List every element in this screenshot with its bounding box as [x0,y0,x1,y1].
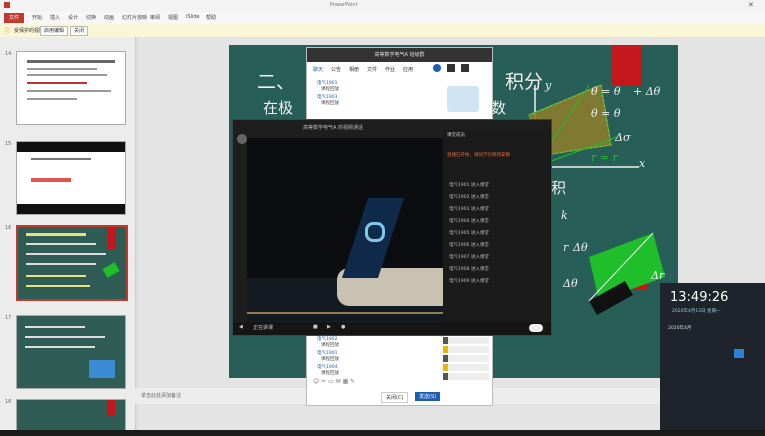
tab-design[interactable]: 设计 [68,14,78,21]
label-k: k [561,209,568,222]
thumbnail-slide[interactable] [16,315,126,389]
slide-thumbnails: 14 15 16 17 18 [0,37,136,431]
chat-text: 课程回放 [321,357,339,362]
tab-view[interactable]: 视图 [168,14,178,21]
phone-icon[interactable] [433,64,441,72]
label-delta-r: Δr [651,269,665,282]
today-cell[interactable] [734,349,744,358]
window-title: PowerPoint [330,2,358,8]
tab-islide[interactable]: iSlide [186,14,200,20]
info-icon: ⓘ [4,28,11,35]
tab-slideshow[interactable]: 幻灯片放映 [122,14,147,21]
chat-tab[interactable]: 聊天 [313,66,323,73]
member-entry: 电气1908 进入课堂 [449,267,489,272]
close-icon[interactable]: ✕ [748,1,754,9]
video-icon[interactable] [447,64,455,72]
tab-animations[interactable]: 动画 [104,14,114,21]
share-icon[interactable]: ▶ [327,324,331,330]
record-icon[interactable]: ● [341,324,345,330]
thumbnail-slide[interactable] [16,399,126,431]
mic-icon[interactable]: ◀ [239,324,243,330]
member-entry: 电气1904 进入课堂 [449,219,489,224]
chat-tab[interactable]: 公告 [331,66,341,73]
classroom-sidebar: 课堂成员 直播已开始，请同学们保持安静 电气1901 进入课堂 电气1902 进… [443,130,551,322]
thumb-number: 16 [5,225,12,231]
clock-time: 13:49:26 [670,290,729,305]
member-entry: 电气1907 进入课堂 [449,255,489,260]
member-entry: 电气1901 进入课堂 [449,183,489,188]
formula-theta: θ = θ [591,107,621,120]
notes-placeholder: 单击此处添加备注 [141,393,182,399]
video-controls: ◀ 正在讲课 ■ ▶ ● [233,322,551,335]
chat-text: 课程回放 [321,87,339,92]
thumbnail-slide-selected[interactable] [16,225,128,301]
calendar-month: 2020年4月 [668,326,692,331]
thumbnail-slide[interactable] [16,51,126,125]
screen-share-icon[interactable] [461,64,469,72]
file-tab[interactable]: 文件 [4,13,24,23]
camera-icon[interactable]: ■ [313,324,318,330]
video-title: 高等数学电气A 的视频通话 [303,125,364,131]
taskbar [0,430,765,436]
chat-tab[interactable]: 相册 [349,66,359,73]
close-chat-button[interactable]: 关闭(C) [381,392,409,403]
member-entry: 电气1909 进入课堂 [449,279,489,284]
member-entry: 电气1903 进入课堂 [449,207,489,212]
formula-delta-theta: + Δθ [633,85,661,98]
tail-logo [365,222,385,242]
members-title: 课堂成员 [447,133,465,138]
protected-view-bar: ⓘ 受保护的视图 启用编辑 关闭 [0,24,765,38]
chat-text: 课程回放 [321,101,339,106]
axis-x-label: x [639,157,646,170]
send-button[interactable]: 发送(S) [415,392,441,401]
axis-y-label: y [545,79,552,92]
calendar-grid[interactable] [666,335,762,425]
host-avatar [237,134,247,144]
thumbnail-scrollbar[interactable] [136,37,139,430]
label-r: r [563,241,569,254]
chat-tab[interactable]: 作业 [385,66,395,73]
member-avatar [447,86,479,112]
close-notice-button[interactable]: 关闭 [70,26,89,36]
chat-tab[interactable]: 文件 [367,66,377,73]
thumb-number: 17 [5,315,12,321]
chat-text: 课程回放 [321,371,339,376]
member-entry: 电气1906 进入课堂 [449,243,489,248]
member-entry: 电气1905 进入课堂 [449,231,489,236]
label-delta-theta: Δθ [573,241,588,254]
tab-review[interactable]: 审阅 [150,14,160,21]
tab-transitions[interactable]: 切换 [86,14,96,21]
chat-header: 高等数学电气A 班级群 [307,48,492,62]
live-notice: 直播已开始，请同学们保持安静 [447,153,510,158]
enable-editing-button[interactable]: 启用编辑 [40,26,69,36]
video-call-window: 高等数学电气A 的视频通话 上课中 课堂成员 直播已开始，请同学们保持安静 电气… [232,119,552,336]
chat-text: 课程回放 [321,343,339,348]
tab-help[interactable]: 帮助 [206,14,216,21]
formula-delta-sigma: Δσ [615,131,631,144]
toggle-switch[interactable] [529,324,543,332]
thumb-number: 18 [5,399,12,405]
video-player[interactable] [247,138,443,321]
label-delta-theta-2: Δθ [563,277,578,290]
thumb-number: 15 [5,141,12,147]
formula-r-eq: r = r [591,151,618,164]
clock-flyout: 13:49:26 2020年4月13日 星期一 2020年4月 [660,283,765,430]
thumb-number: 14 [5,51,12,57]
member-list [443,328,489,388]
thumbnail-slide[interactable] [16,141,126,215]
tab-insert[interactable]: 插入 [50,14,60,21]
clock-date: 2020年4月13日 星期一 [672,309,721,314]
formula-theta-plus: θ = θ [591,85,621,98]
status-label: 正在讲课 [253,325,274,331]
tab-home[interactable]: 开始 [32,14,42,21]
member-entry: 电气1902 进入课堂 [449,195,489,200]
chat-toolbar: ☺ ✂ ▭ ✉ ▦ ✎ [313,378,356,385]
chat-tab[interactable]: 应用 [403,66,413,73]
app-icon [4,2,10,8]
